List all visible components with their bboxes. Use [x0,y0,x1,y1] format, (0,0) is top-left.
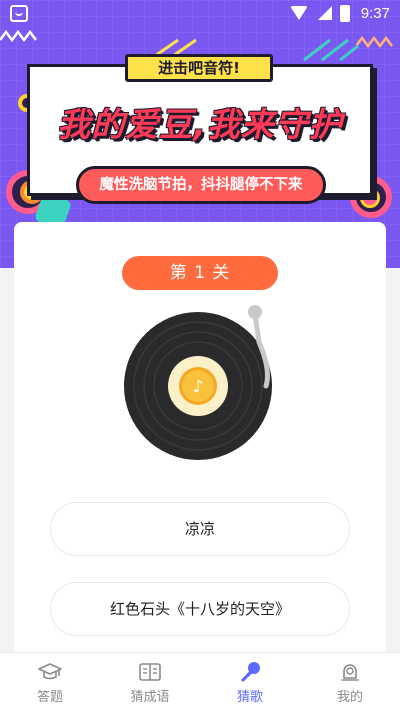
battery-icon [340,5,350,22]
book-icon [139,663,161,681]
nav-item-profile[interactable]: 我的 [300,653,400,710]
svg-text:♪: ♪ [193,377,204,397]
shopping-bag-icon [10,5,28,22]
signal-icon [318,6,332,20]
squiggle-decoration [0,30,37,42]
nav-label: 猜成语 [130,690,170,705]
nav-item-quiz[interactable]: 答题 [0,653,100,710]
answer-option-2[interactable]: 红色石头《十八岁的天空》 [50,582,350,636]
nav-item-guess-song[interactable]: 猜歌 [200,653,300,710]
banner-pill: 进击吧音符! [125,54,273,82]
graduation-cap-icon [38,663,62,680]
level-badge: 第 1 关 [122,256,278,290]
wifi-icon [290,6,308,20]
nav-label: 我的 [336,690,363,705]
stripe-decoration [303,38,359,62]
microphone-icon [241,662,260,682]
nav-label: 猜歌 [236,690,263,705]
status-time: 9:37 [360,5,390,22]
nav-label: 答题 [36,690,63,705]
vinyl-record-icon[interactable]: ♪ [124,302,284,464]
banner-title: 我的爱豆,我来守护 [57,105,343,144]
user-icon [341,664,359,681]
status-bar: 9:37 [0,0,400,28]
banner-subtitle: 魔性洗脑节拍，抖抖腿停不下来 [76,166,326,204]
squiggle-decoration [356,36,393,48]
answer-option-1[interactable]: 凉凉 [50,502,350,556]
nav-item-idiom[interactable]: 猜成语 [100,653,200,710]
bottom-nav: 答题 猜成语 猜歌 我的 [0,652,400,710]
